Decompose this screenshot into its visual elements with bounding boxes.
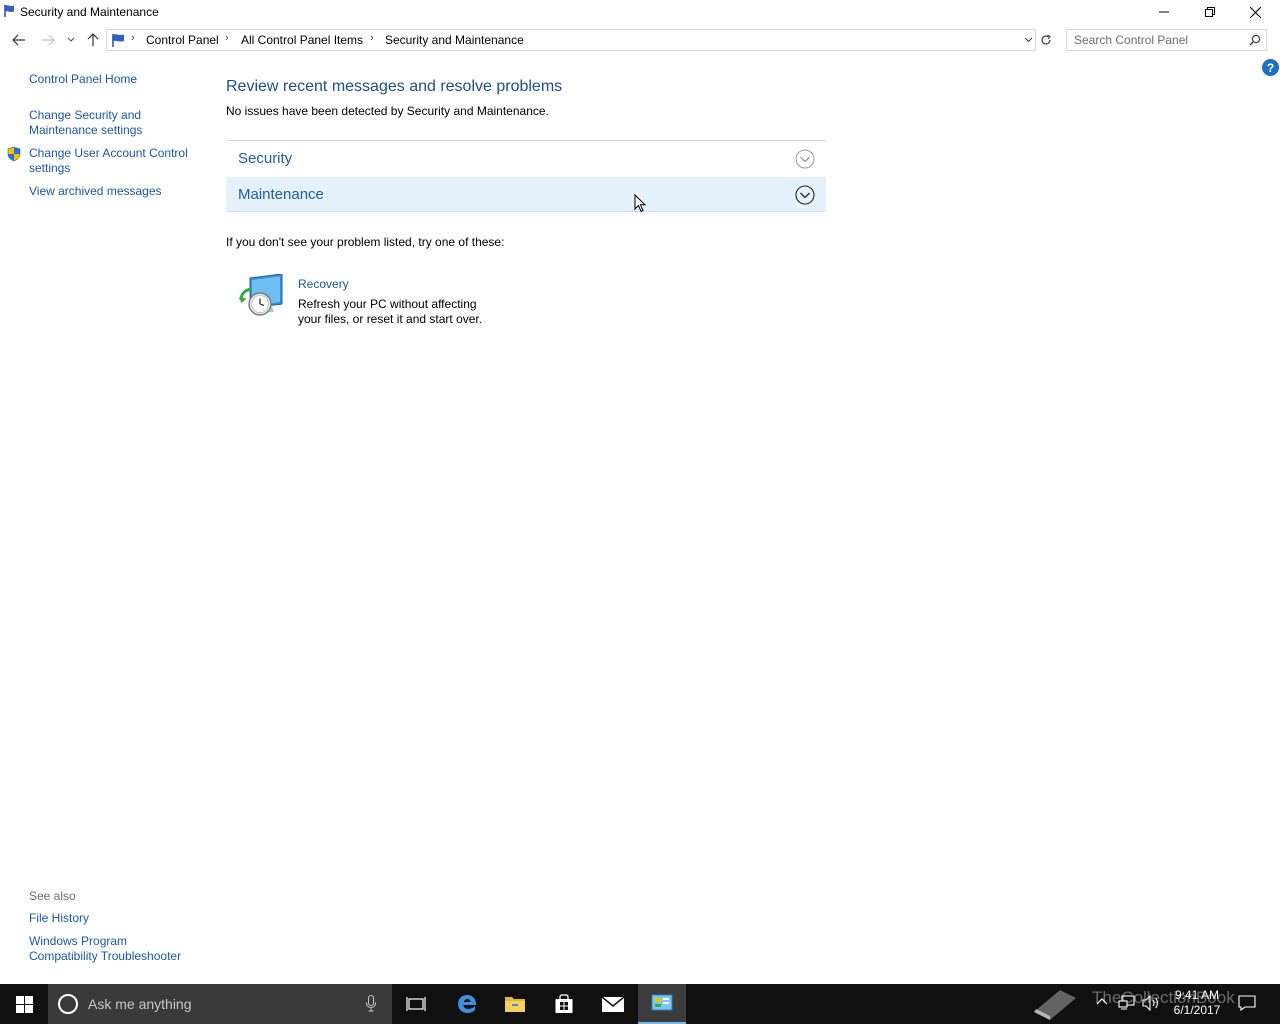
refresh-icon — [1041, 34, 1051, 45]
security-flag-icon — [3, 4, 17, 18]
chevron-down-icon — [67, 37, 75, 42]
restore-icon — [1205, 7, 1215, 17]
show-hidden-icons-chevron-icon[interactable] — [1096, 995, 1108, 1012]
page-title: Review recent messages and resolve probl… — [226, 78, 563, 95]
view-archived-messages-link[interactable]: View archived messages — [29, 184, 199, 199]
change-uac-settings-link[interactable]: Change User Account Control settings — [29, 146, 197, 176]
title-bar: Security and Maintenance — [0, 0, 1280, 24]
status-message: No issues have been detected by Security… — [226, 104, 549, 118]
store-button[interactable] — [540, 984, 588, 1024]
taskbar-search-box[interactable]: Ask me anything — [48, 984, 392, 1024]
clock-time: 9:41 AM — [1174, 988, 1220, 1002]
folder-icon — [505, 997, 525, 1012]
taskbar-clock[interactable]: 9:41 AM 6/1/2017 — [1168, 988, 1226, 1018]
arrow-up-icon — [87, 33, 99, 46]
window-title: Security and Maintenance — [20, 5, 159, 19]
expand-chevron-icon[interactable] — [795, 185, 815, 208]
breadcrumb-control-panel[interactable]: Control Panel — [146, 33, 219, 47]
control-panel-taskbar-button[interactable] — [638, 984, 686, 1024]
edge-icon — [458, 995, 477, 1013]
close-button[interactable] — [1232, 0, 1278, 24]
mail-button[interactable] — [589, 984, 637, 1024]
start-button[interactable] — [0, 984, 48, 1024]
forward-button[interactable] — [37, 28, 59, 52]
recovery-description: Refresh your PC without affecting your f… — [298, 297, 483, 326]
taskbar-search-placeholder: Ask me anything — [88, 996, 192, 1012]
breadcrumb-separator: › — [370, 32, 374, 44]
network-icon[interactable] — [1118, 995, 1136, 1014]
volume-icon[interactable] — [1142, 994, 1160, 1014]
expand-chevron-icon[interactable] — [795, 149, 815, 172]
recovery-icon — [238, 273, 286, 321]
restore-button[interactable] — [1187, 0, 1233, 24]
file-explorer-button[interactable] — [491, 984, 539, 1024]
control-panel-home-link[interactable]: Control Panel Home — [29, 72, 199, 87]
security-flag-icon — [111, 33, 127, 51]
taskbar: Ask me anything TheCollectionBook 9:41 A… — [0, 984, 1280, 1024]
breadcrumb-security-maintenance[interactable]: Security and Maintenance — [385, 33, 524, 47]
search-icon[interactable] — [1249, 34, 1261, 49]
close-icon — [1249, 6, 1261, 18]
task-view-button[interactable] — [392, 984, 440, 1024]
minimize-icon — [1159, 11, 1169, 13]
compatibility-troubleshooter-link[interactable]: Windows Program Compatibility Troublesho… — [29, 934, 194, 964]
breadcrumb-all-items[interactable]: All Control Panel Items — [241, 33, 363, 47]
security-section-header[interactable]: Security — [226, 141, 826, 176]
mouse-cursor-icon — [634, 193, 647, 216]
control-panel-icon — [651, 994, 673, 1011]
up-button[interactable] — [82, 28, 104, 52]
uac-shield-icon — [6, 146, 22, 165]
search-box[interactable] — [1066, 29, 1267, 51]
mail-icon — [601, 995, 625, 1012]
security-section-label: Security — [238, 150, 293, 167]
back-button[interactable] — [8, 28, 30, 52]
cortana-icon — [58, 994, 78, 1014]
arrow-right-icon — [42, 34, 55, 46]
change-security-settings-link[interactable]: Change Security and Maintenance settings — [29, 108, 154, 138]
address-bar[interactable]: › Control Panel › All Control Panel Item… — [106, 29, 1036, 51]
recovery-link[interactable]: Recovery — [298, 277, 349, 291]
book-watermark-icon — [1030, 986, 1080, 1024]
see-also-heading: See also — [29, 889, 76, 903]
search-input[interactable] — [1067, 30, 1245, 50]
arrow-left-icon — [12, 34, 25, 46]
action-center-icon[interactable] — [1238, 994, 1256, 1015]
microphone-icon[interactable] — [366, 995, 376, 1015]
maintenance-section-label: Maintenance — [238, 186, 324, 203]
breadcrumb-separator: › — [131, 32, 135, 44]
recent-locations-button[interactable] — [61, 28, 81, 52]
edge-button[interactable] — [443, 984, 491, 1024]
question-mark-icon: ? — [1266, 60, 1275, 75]
chevron-down-icon — [1024, 37, 1032, 43]
refresh-button[interactable] — [1037, 29, 1055, 51]
windows-logo-icon — [15, 995, 33, 1013]
try-these-text: If you don't see your problem listed, tr… — [226, 235, 505, 249]
store-bag-icon — [555, 994, 573, 1013]
breadcrumb-separator: › — [225, 32, 229, 44]
file-history-link[interactable]: File History — [29, 911, 199, 926]
maintenance-section-header[interactable]: Maintenance — [226, 177, 826, 212]
task-view-icon — [406, 997, 426, 1011]
minimize-button[interactable] — [1141, 0, 1187, 24]
clock-date: 6/1/2017 — [1173, 1003, 1221, 1017]
help-button[interactable]: ? — [1262, 59, 1279, 76]
address-history-button[interactable] — [1020, 31, 1036, 49]
